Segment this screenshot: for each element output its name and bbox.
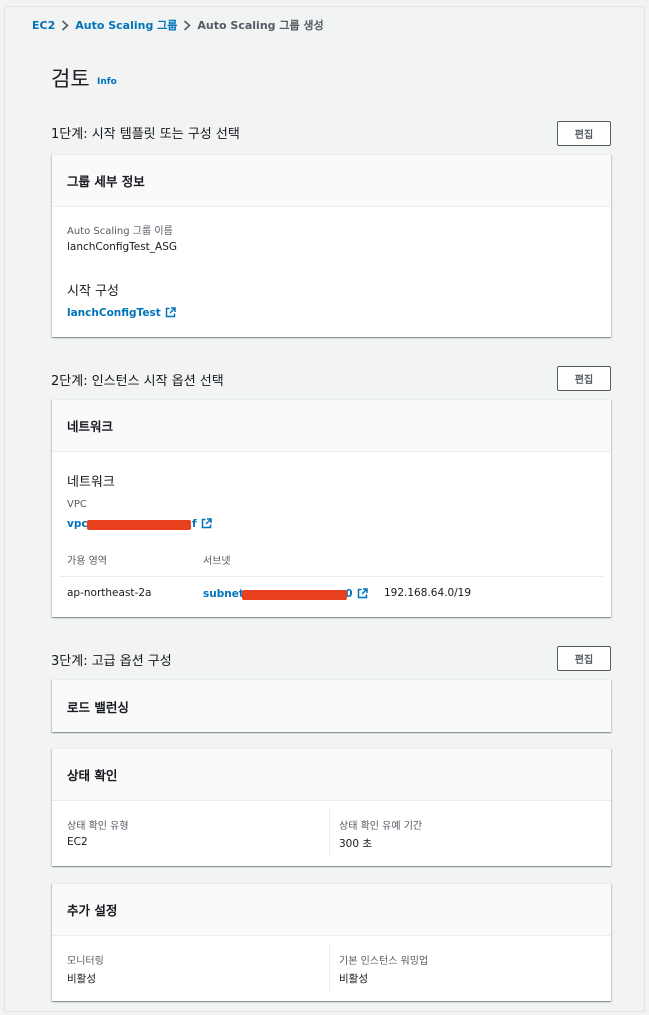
monitoring-value: 비활성 (67, 973, 96, 985)
monitoring-label: 모니터링 (67, 956, 104, 967)
breadcrumb-auto-scaling-groups[interactable]: Auto Scaling 그룹 (75, 17, 177, 33)
external-link-icon[interactable] (165, 307, 176, 321)
health-check-card: 상태 확인 상태 확인 유형 EC2 상태 확인 유예 기간 300 초 (52, 748, 611, 866)
load-balancing-card: 로드 밸런싱 (52, 679, 611, 732)
health-grace-value: 300 초 (339, 838, 373, 850)
additional-settings-header: 추가 설정 (52, 884, 611, 936)
table-divider (59, 576, 603, 577)
launch-config-link[interactable]: lanchConfigTest (67, 307, 161, 319)
chevron-right-icon (55, 19, 75, 32)
cidr-value: 192.168.64.0/19 (384, 587, 472, 599)
info-link[interactable]: Info (97, 77, 117, 87)
group-details-card: 그룹 세부 정보 Auto Scaling 그룹 이름 lanchConfigT… (52, 154, 611, 337)
chevron-right-icon (177, 19, 197, 32)
warmup-value: 비활성 (339, 973, 368, 985)
group-name-label: Auto Scaling 그룹 이름 (67, 226, 173, 237)
column-divider (329, 809, 330, 857)
load-balancing-header: 로드 밸런싱 (52, 680, 611, 732)
step3-edit-button[interactable]: 편집 (557, 646, 611, 671)
breadcrumb-ec2[interactable]: EC2 (32, 19, 55, 32)
additional-settings-card: 추가 설정 모니터링 비활성 기본 인스턴스 워밍업 비활성 (52, 883, 611, 1001)
health-type-label: 상태 확인 유형 (67, 821, 129, 832)
az-value: ap-northeast-2a (67, 587, 152, 599)
step3-title: 3단계: 고급 옵션 구성 (51, 654, 172, 669)
external-link-icon[interactable] (201, 518, 212, 532)
network-card: 네트워크 네트워크 VPC vpc-f 가용 영역 서브넷 ap-northea… (52, 399, 611, 617)
page-title: 검토 (51, 67, 90, 91)
column-divider (329, 944, 330, 992)
warmup-label: 기본 인스턴스 워밍업 (339, 956, 429, 967)
health-type-value: EC2 (67, 836, 88, 848)
breadcrumb-current: Auto Scaling 그룹 생성 (197, 19, 324, 32)
step1-title: 1단계: 시작 템플릿 또는 구성 선택 (51, 127, 240, 142)
group-details-header: 그룹 세부 정보 (52, 155, 611, 207)
external-link-icon[interactable] (357, 588, 368, 602)
group-name-value: lanchConfigTest_ASG (67, 241, 178, 253)
subnet-column-header: 서브넷 (203, 556, 231, 567)
launch-config-heading: 시작 구성 (67, 284, 119, 299)
launch-config-link-wrap[interactable]: lanchConfigTest (67, 306, 176, 321)
step2-title: 2단계: 인스턴스 시작 옵션 선택 (51, 374, 224, 389)
step2-edit-button[interactable]: 편집 (557, 366, 611, 391)
vpc-redaction (87, 520, 191, 530)
subnet-redaction (242, 590, 347, 600)
step1-edit-button[interactable]: 편집 (557, 121, 611, 146)
network-header: 네트워크 (52, 400, 611, 452)
breadcrumb: EC2 Auto Scaling 그룹 Auto Scaling 그룹 생성 (32, 17, 324, 33)
vpc-label: VPC (67, 499, 87, 510)
vpc-link-suffix[interactable]: f (192, 518, 197, 530)
health-check-header: 상태 확인 (52, 749, 611, 801)
network-heading: 네트워크 (67, 475, 115, 490)
health-grace-label: 상태 확인 유예 기간 (339, 821, 423, 832)
az-column-header: 가용 영역 (67, 556, 107, 567)
